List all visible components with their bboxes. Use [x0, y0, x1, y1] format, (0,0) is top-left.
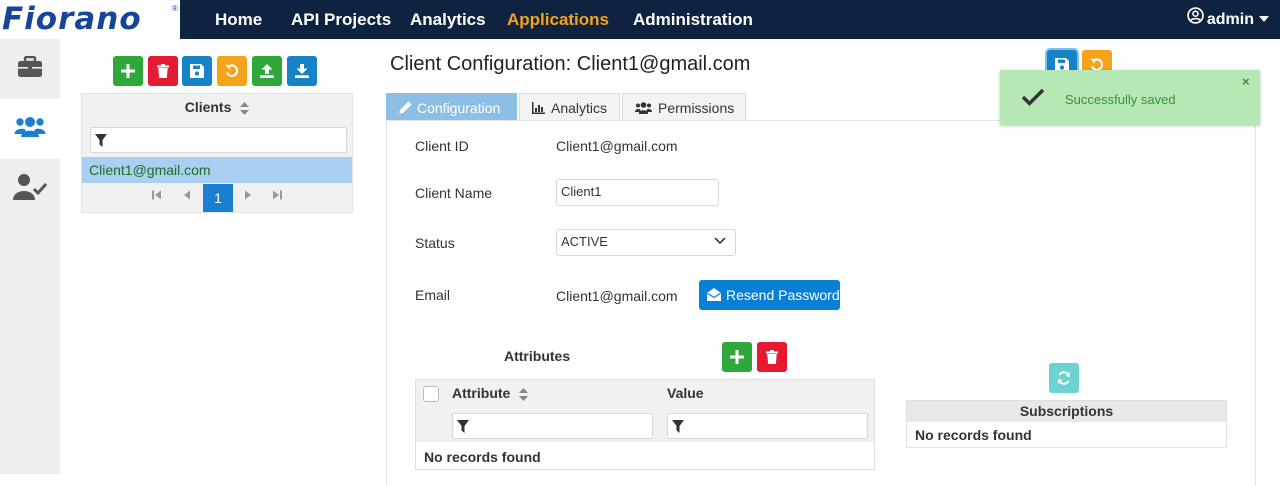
next-page-icon[interactable] [244, 183, 252, 213]
clients-column-header[interactable]: Clients [82, 94, 352, 120]
users-icon [635, 102, 652, 114]
trash-icon [766, 350, 778, 364]
chevron-down-icon [714, 237, 726, 245]
nav-home[interactable]: Home [215, 0, 262, 39]
filter-icon [672, 420, 684, 433]
first-page-icon[interactable] [152, 183, 162, 213]
clients-pagination: 1 [82, 183, 352, 213]
value-column-header[interactable]: Value [667, 385, 704, 401]
close-icon[interactable]: × [1242, 74, 1250, 89]
clients-panel: Clients Client1@gmail.com 1 [81, 93, 353, 213]
email-label: Email [415, 287, 451, 303]
tab-configuration-label: Configuration [417, 100, 501, 116]
attribute-column-header[interactable]: Attribute [452, 385, 529, 401]
tab-configuration[interactable]: Configuration [386, 93, 517, 121]
envelope-open-icon [707, 288, 721, 301]
resend-password-label: Resend Password [726, 287, 840, 303]
caret-down-icon[interactable] [1259, 16, 1269, 22]
filter-icon [95, 134, 107, 147]
attributes-table: Attribute Value No records found [415, 379, 875, 470]
nav-applications[interactable]: Applications [507, 0, 609, 39]
floppy-disk-icon [190, 64, 204, 78]
page-title: Client Configuration: Client1@gmail.com [390, 53, 751, 75]
brand-registered-mark: ® [172, 4, 178, 13]
status-select[interactable]: ACTIVE [556, 229, 736, 256]
current-page[interactable]: 1 [203, 184, 233, 212]
tab-permissions-label: Permissions [658, 100, 735, 116]
status-selected-value: ACTIVE [561, 234, 608, 249]
subscriptions-table: Subscriptions No records found [906, 400, 1227, 448]
bar-chart-icon [532, 102, 545, 114]
attribute-filter-input[interactable] [452, 413, 653, 439]
attributes-table-header: Attribute Value [416, 380, 874, 442]
briefcase-icon [17, 55, 43, 83]
user-name: admin [1206, 11, 1254, 29]
pencil-icon [399, 101, 412, 114]
previous-page-icon[interactable] [183, 183, 191, 213]
success-toast: Successfully saved × [1000, 70, 1260, 125]
resend-password-button[interactable]: Resend Password [699, 280, 840, 310]
plus-icon [121, 64, 135, 78]
client-id-label: Client ID [415, 138, 469, 154]
plus-icon [730, 350, 744, 364]
undo-icon [225, 64, 239, 77]
sidebar-item-permissions[interactable] [0, 159, 60, 219]
email-value: Client1@gmail.com [556, 288, 678, 304]
import-client-button[interactable] [287, 56, 317, 86]
last-page-icon[interactable] [272, 183, 282, 213]
clients-filter-input[interactable] [90, 127, 347, 153]
add-attribute-button[interactable] [722, 342, 752, 372]
refresh-icon [1058, 371, 1070, 385]
status-label: Status [415, 235, 455, 251]
tab-permissions[interactable]: Permissions [622, 93, 746, 121]
select-all-checkbox[interactable] [423, 386, 439, 402]
sidebar-item-applications[interactable] [0, 39, 60, 99]
user-check-icon [13, 173, 48, 206]
toast-message: Successfully saved [1065, 92, 1176, 107]
attributes-title: Attributes [504, 348, 571, 364]
left-sidebar [0, 39, 60, 474]
clients-header-label: Clients [184, 99, 232, 115]
refresh-subscriptions-button[interactable] [1049, 363, 1079, 393]
trash-icon [157, 64, 169, 78]
user-circle-icon [1187, 0, 1204, 40]
checkmark-icon [1021, 88, 1045, 106]
sort-icon [240, 101, 250, 115]
export-client-button[interactable] [252, 56, 282, 86]
top-navbar: Fiorano ® Home API Projects Analytics Ap… [0, 0, 1280, 39]
download-icon [295, 64, 309, 78]
filter-icon [457, 420, 469, 433]
delete-client-button[interactable] [148, 56, 178, 86]
value-filter-input[interactable] [667, 413, 868, 439]
users-icon [14, 116, 46, 143]
subscriptions-empty-message: No records found [915, 427, 1032, 443]
sort-icon [519, 387, 529, 401]
client-id-value: Client1@gmail.com [556, 138, 678, 154]
client-name-label: Client Name [415, 185, 493, 201]
tab-analytics-label: Analytics [551, 100, 608, 116]
nav-api-projects[interactable]: API Projects [291, 0, 391, 39]
nav-administration[interactable]: Administration [633, 0, 753, 39]
tab-analytics[interactable]: Analytics [519, 93, 620, 121]
brand-name: Fiorano [2, 1, 142, 37]
delete-attribute-button[interactable] [757, 342, 787, 372]
client-list-item[interactable]: Client1@gmail.com [82, 157, 352, 183]
upload-icon [260, 64, 274, 78]
save-client-button[interactable] [182, 56, 212, 86]
nav-analytics[interactable]: Analytics [410, 0, 486, 39]
subscriptions-header: Subscriptions [907, 401, 1226, 422]
undo-client-button[interactable] [217, 56, 247, 86]
user-menu[interactable]: admin [1187, 0, 1254, 39]
sidebar-item-clients[interactable] [0, 99, 60, 159]
attributes-empty-message: No records found [424, 449, 541, 465]
brand-logo[interactable]: Fiorano ® [0, 0, 180, 39]
attribute-column-label: Attribute [452, 385, 511, 401]
client-name-input[interactable]: Client1 [556, 179, 719, 206]
add-client-button[interactable] [113, 56, 143, 86]
